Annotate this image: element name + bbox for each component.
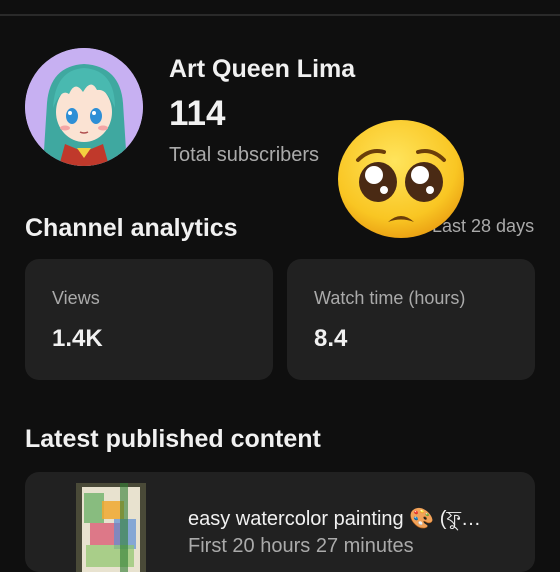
views-label: Views: [52, 288, 100, 308]
subscriber-label: Total subscribers: [169, 144, 320, 166]
anime-girl-avatar-icon: [25, 48, 143, 166]
channel-name: Art Queen Lima: [169, 55, 356, 83]
watch-time-value: 8.4: [314, 325, 348, 352]
views-card[interactable]: Views 1.4K: [25, 259, 273, 380]
latest-video-card[interactable]: easy watercolor painting 🎨 (ফু… First 20…: [25, 472, 535, 572]
channel-avatar[interactable]: [25, 48, 143, 166]
video-title: easy watercolor painting 🎨 (ফু…: [188, 508, 481, 530]
pleading-face-emoji-icon: [338, 120, 464, 238]
video-thumbnail[interactable]: [76, 483, 146, 572]
views-value: 1.4K: [52, 325, 103, 352]
latest-content-title: Latest published content: [25, 425, 321, 453]
analytics-title: Channel analytics: [25, 214, 238, 242]
watch-time-card[interactable]: Watch time (hours) 8.4: [287, 259, 535, 380]
watercolor-thumbnail-icon: [76, 483, 146, 572]
video-meta: First 20 hours 27 minutes: [188, 535, 414, 557]
subscriber-count: 114: [169, 94, 226, 133]
top-divider: [0, 14, 560, 16]
watch-time-label: Watch time (hours): [314, 288, 466, 308]
